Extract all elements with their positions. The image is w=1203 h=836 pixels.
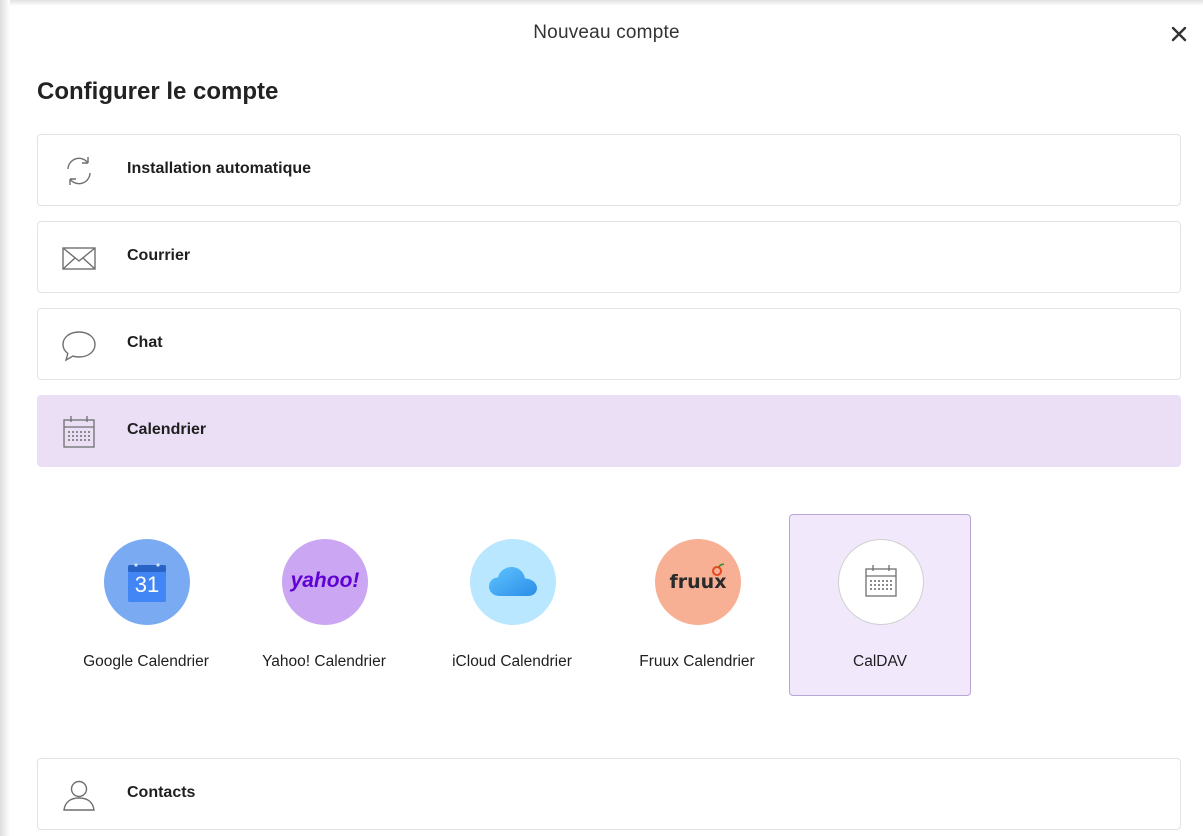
window-frame-shadow bbox=[0, 0, 10, 836]
yahoo-logo-text: yahoo! bbox=[290, 569, 360, 592]
calendar-icon bbox=[865, 565, 897, 597]
fruux-logo-icon: fruux bbox=[655, 539, 741, 625]
option-contacts[interactable]: Contacts bbox=[37, 758, 1181, 830]
provider-yahoo[interactable]: yahoo! Yahoo! Calendrier bbox=[233, 514, 415, 696]
provider-label: iCloud Calendrier bbox=[452, 653, 572, 670]
page-title: Configurer le compte bbox=[37, 78, 279, 105]
provider-label: Google Calendrier bbox=[83, 653, 209, 670]
titlebar: Nouveau compte bbox=[10, 8, 1203, 60]
person-icon bbox=[60, 777, 98, 813]
sync-icon bbox=[60, 153, 98, 189]
option-label: Chat bbox=[127, 334, 163, 351]
option-chat[interactable]: Chat bbox=[37, 308, 1181, 380]
google-calendar-date: 31 bbox=[134, 572, 160, 597]
option-calendar[interactable]: Calendrier bbox=[37, 395, 1181, 467]
close-button[interactable] bbox=[1167, 22, 1191, 46]
calendar-icon bbox=[60, 414, 98, 450]
option-auto-setup[interactable]: Installation automatique bbox=[37, 134, 1181, 206]
yahoo-logo-icon: yahoo! bbox=[282, 539, 368, 625]
fruux-logo-text: fruux bbox=[669, 571, 727, 593]
provider-label: CalDAV bbox=[853, 653, 907, 670]
icloud-icon bbox=[470, 539, 556, 625]
option-mail[interactable]: Courrier bbox=[37, 221, 1181, 293]
option-label: Installation automatique bbox=[127, 160, 312, 177]
mail-icon bbox=[60, 240, 98, 276]
window-title: Nouveau compte bbox=[533, 22, 680, 43]
google-calendar-icon: 31 bbox=[104, 539, 190, 625]
provider-caldav[interactable]: CalDAV bbox=[789, 514, 971, 696]
caldav-icon bbox=[838, 539, 924, 625]
option-label: Contacts bbox=[127, 784, 196, 801]
provider-label: Fruux Calendrier bbox=[639, 653, 755, 670]
provider-fruux[interactable]: fruux Fruux Calendrier bbox=[606, 514, 788, 696]
provider-google[interactable]: 31 Google Calendrier bbox=[55, 514, 237, 696]
provider-label: Yahoo! Calendrier bbox=[262, 653, 386, 670]
provider-icloud[interactable]: iCloud Calendrier bbox=[421, 514, 603, 696]
option-label: Courrier bbox=[127, 247, 191, 264]
option-label: Calendrier bbox=[127, 421, 207, 438]
chat-bubble-icon bbox=[60, 327, 98, 363]
close-icon bbox=[1171, 26, 1187, 42]
calendar-provider-list: 31 Google Calendrier yahoo! Yahoo! Calen… bbox=[37, 490, 1181, 720]
window-frame-top bbox=[0, 0, 1203, 6]
